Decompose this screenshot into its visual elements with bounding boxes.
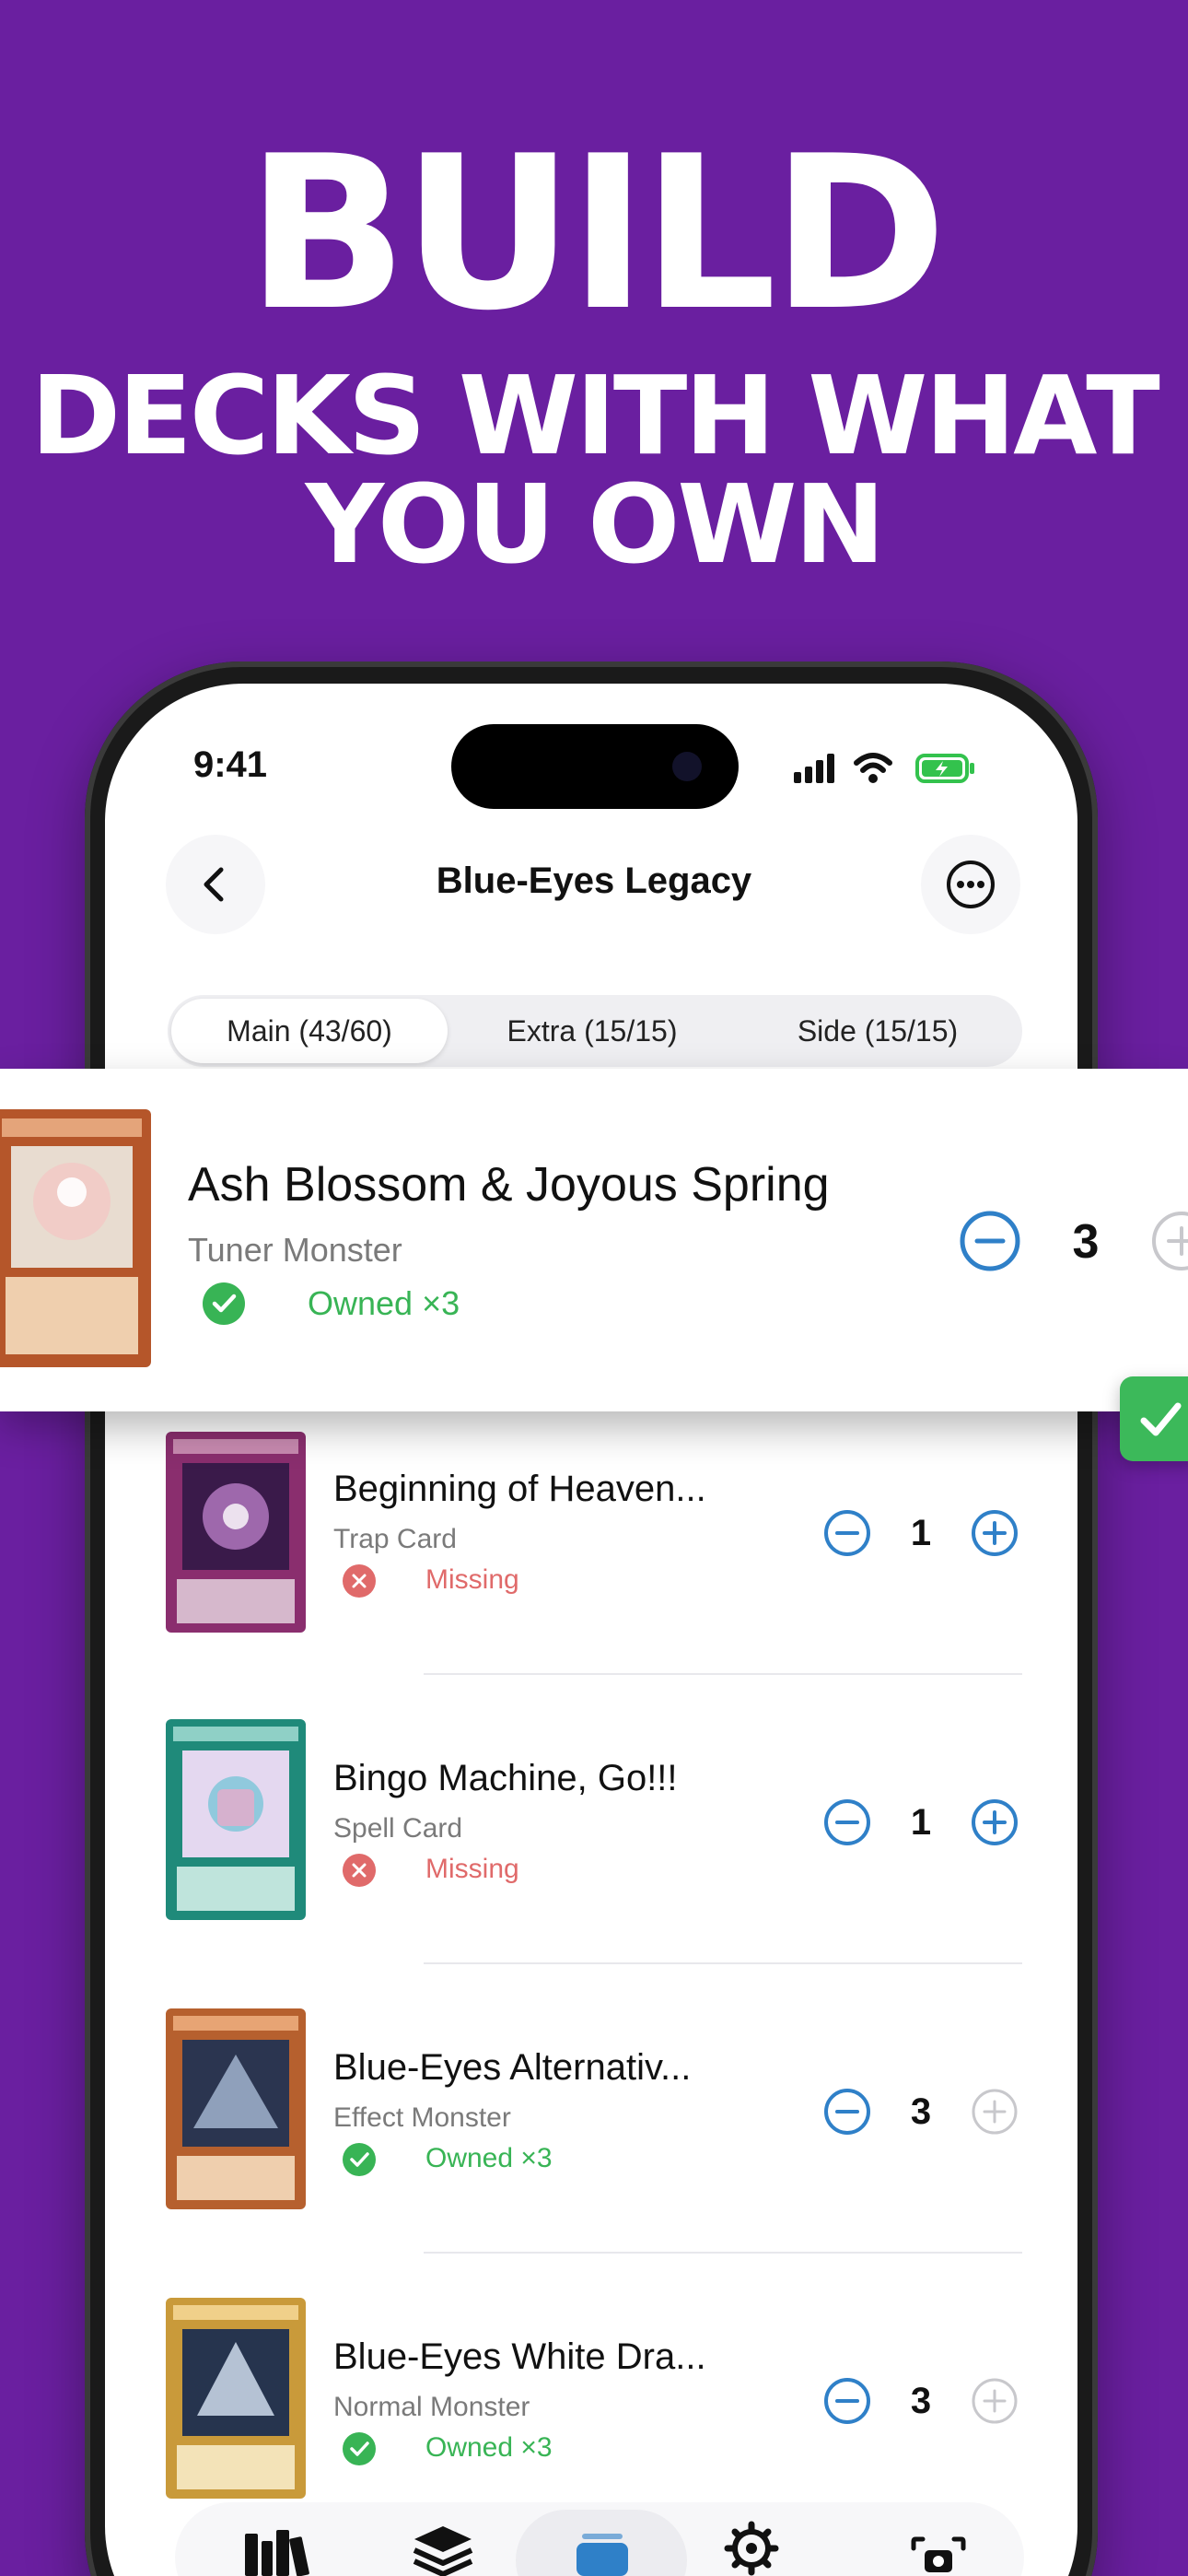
owned-check-badge — [1120, 1376, 1188, 1461]
wifi-icon — [854, 753, 892, 783]
camera-lens-icon — [672, 752, 702, 781]
card-image-bingo-machine — [166, 1719, 306, 1920]
plus-button-disabled[interactable] — [971, 2088, 1019, 2136]
card-type: Normal Monster — [333, 2392, 530, 2422]
headline-build: BUILD — [246, 111, 947, 357]
signal-icon — [794, 754, 834, 783]
minus-button[interactable] — [823, 1509, 871, 1557]
stack-icon[interactable] — [411, 2523, 475, 2576]
card-name: Blue-Eyes Alternativ... — [333, 2047, 692, 2088]
books-icon[interactable] — [241, 2528, 311, 2576]
highlight-card-name: Ash Blossom & Joyous Spring — [188, 1158, 830, 1212]
plus-button-disabled[interactable] — [971, 2377, 1019, 2425]
highlight-card-status: Owned ×3 — [308, 1284, 460, 1322]
headline-subtitle: DECKS WITH WHAT YOU OWN — [0, 361, 1188, 579]
minus-button[interactable] — [823, 1798, 871, 1846]
camera-scan-icon — [911, 2536, 966, 2572]
minus-button[interactable] — [823, 2088, 871, 2136]
card-status: Missing — [425, 1564, 519, 1595]
tab-extra[interactable]: Extra (15/15) — [451, 999, 733, 1063]
highlight-card-type: Tuner Monster — [188, 1231, 402, 1269]
card-quantity: 1 — [910, 1513, 932, 1553]
card-status: Owned ×3 — [425, 2432, 553, 2463]
deck-icon[interactable] — [573, 2532, 632, 2576]
card-type: Effect Monster — [333, 2102, 511, 2133]
card-name: Blue-Eyes White Dra... — [333, 2336, 706, 2377]
card-type: Trap Card — [333, 1524, 457, 1554]
tab-main[interactable]: Main (43/60) — [171, 999, 448, 1063]
row-divider — [424, 1673, 1022, 1675]
page-title: Blue-Eyes Legacy — [436, 861, 752, 901]
plus-button[interactable] — [971, 1798, 1019, 1846]
headline-line-3: YOU OWN — [305, 461, 886, 588]
row-divider — [424, 2252, 1022, 2254]
checkmark-icon — [1140, 1402, 1182, 1436]
headline-line-2: DECKS WITH WHAT — [30, 352, 1160, 479]
owned-check-icon — [203, 1282, 245, 1325]
back-button[interactable] — [166, 835, 265, 934]
plus-button-disabled[interactable] — [1151, 1211, 1188, 1271]
gear-icon[interactable] — [724, 2521, 779, 2576]
owned-check-icon — [343, 2143, 376, 2176]
missing-icon — [343, 1854, 376, 1887]
highlight-card-quantity: 3 — [1072, 1215, 1100, 1269]
tab-side[interactable]: Side (15/15) — [737, 999, 1019, 1063]
card-quantity: 1 — [910, 1802, 932, 1843]
status-time: 9:41 — [192, 744, 268, 785]
card-status: Owned ×3 — [425, 2143, 553, 2173]
plus-button[interactable] — [971, 1509, 1019, 1557]
more-button[interactable] — [921, 835, 1020, 934]
minus-button[interactable] — [823, 2377, 871, 2425]
status-icons — [794, 753, 974, 783]
card-image-blue-eyes-alternative — [166, 2008, 306, 2209]
card-image-beginning-of-heaven — [166, 1432, 306, 1633]
dynamic-island — [451, 724, 739, 809]
missing-icon — [343, 1564, 376, 1598]
card-status: Missing — [425, 1854, 519, 1884]
card-quantity: 3 — [910, 2381, 932, 2421]
battery-icon — [915, 754, 974, 783]
card-name: Beginning of Heaven... — [333, 1469, 706, 1509]
card-type: Spell Card — [333, 1813, 463, 1844]
card-name: Bingo Machine, Go!!! — [333, 1758, 678, 1798]
card-image-blue-eyes-white-dragon — [166, 2298, 306, 2499]
row-divider — [424, 1962, 1022, 1964]
chevron-left-icon — [204, 867, 224, 902]
owned-check-icon — [343, 2432, 376, 2465]
card-image-ash-blossom — [0, 1109, 151, 1367]
card-quantity: 3 — [910, 2091, 932, 2132]
minus-button[interactable] — [960, 1211, 1020, 1271]
ellipsis-icon — [947, 861, 995, 908]
